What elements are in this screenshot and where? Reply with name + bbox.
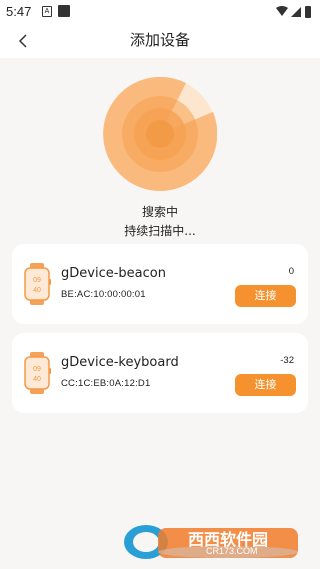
status-right-icons [276, 6, 311, 18]
status-bar: 5:47 A [0, 0, 320, 24]
device-rssi: -32 [280, 355, 294, 366]
device-card[interactable]: 09 40 gDevice-keyboard CC:1C:EB:0A:12:D1… [12, 333, 308, 413]
wifi-icon [276, 6, 288, 16]
watermark-url: CR173.COM [206, 546, 258, 556]
connect-button[interactable]: 连接 [235, 285, 296, 307]
device-mac: BE:AC:10:00:00:01 [61, 289, 146, 300]
connect-button[interactable]: 连接 [235, 374, 296, 396]
search-status-text: 搜索中 [141, 205, 178, 219]
app-header: 添加设备 [0, 24, 320, 58]
device-rssi: 0 [288, 266, 294, 277]
watch-minute: 40 [33, 376, 41, 383]
page-title: 添加设备 [129, 31, 190, 49]
signal-icon [291, 7, 301, 17]
battery-icon [305, 6, 311, 18]
watch-hour: 09 [33, 366, 41, 373]
device-name: gDevice-beacon [61, 266, 166, 281]
device-mac: CC:1C:EB:0A:12:D1 [61, 378, 151, 389]
watermark-logo: 西西软件园 CR173.COM [118, 522, 308, 562]
device-card[interactable]: 09 40 gDevice-beacon BE:AC:10:00:00:01 0… [12, 244, 308, 324]
notification-a-icon: A [42, 6, 52, 17]
smartwatch-icon: 09 40 [24, 263, 51, 305]
scan-status-text: 持续扫描中... [124, 224, 196, 238]
radar-scan-icon [103, 77, 217, 191]
device-name: gDevice-keyboard [61, 355, 179, 370]
notification-square-icon [58, 5, 70, 17]
status-time: 5:47 [6, 4, 32, 19]
watch-hour: 09 [33, 277, 41, 284]
watch-minute: 40 [33, 287, 41, 294]
smartwatch-icon: 09 40 [24, 352, 51, 394]
